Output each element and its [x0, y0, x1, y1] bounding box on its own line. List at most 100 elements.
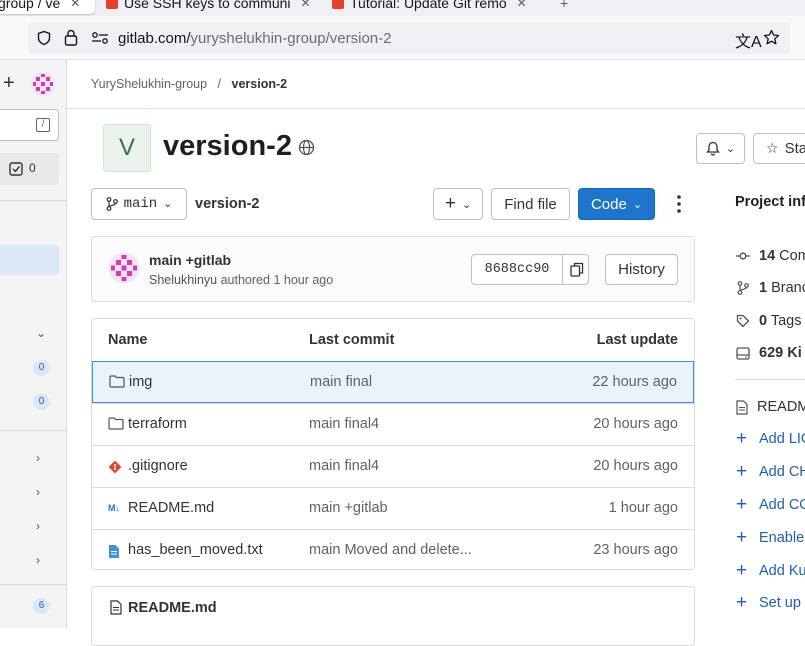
tags-count: 0	[759, 313, 768, 329]
star-button[interactable]: ☆ Sta	[753, 133, 805, 164]
branch-selector[interactable]: main ⌄	[91, 188, 187, 220]
file-last-commit[interactable]: main Moved and delete...	[309, 542, 472, 558]
browser-tab-active[interactable]: group / ve ✕	[0, 0, 95, 14]
table-row[interactable]: terraform main final4 20 hours ago	[92, 403, 694, 445]
notification-dropdown[interactable]: ⌄	[696, 133, 745, 164]
file-last-commit[interactable]: main final	[310, 374, 372, 390]
chevron-right-icon[interactable]: ›	[36, 451, 40, 465]
table-row[interactable]: has_been_moved.txt main Moved and delete…	[92, 529, 694, 569]
enable-link[interactable]: + Enable	[736, 527, 804, 548]
add-link-label: Set up	[759, 595, 801, 611]
todo-checkbox-icon	[9, 162, 23, 176]
file-name[interactable]: README.md	[128, 500, 214, 516]
commits-label: Com	[779, 248, 805, 264]
file-last-commit[interactable]: main +gitlab	[309, 500, 388, 516]
tab-label: group / ve	[0, 0, 61, 11]
translate-icon[interactable]: 文A	[735, 28, 762, 52]
divider	[67, 108, 805, 109]
column-header-name: Name	[108, 332, 148, 348]
commit-title[interactable]: main +gitlab	[149, 252, 231, 268]
add-link-label: Add CO	[759, 497, 805, 513]
file-name[interactable]: has_been_moved.txt	[128, 542, 263, 558]
browser-tab[interactable]: Tutorial: Update Git remo ✕	[332, 0, 527, 14]
divider	[735, 379, 805, 380]
new-tab-icon[interactable]: +	[560, 0, 568, 14]
file-icon	[736, 399, 748, 415]
close-icon[interactable]: ✕	[517, 0, 527, 10]
file-name[interactable]: img	[129, 374, 152, 390]
add-kubernetes-link[interactable]: + Add Ku	[736, 561, 805, 580]
add-link-label: Add LIC	[759, 431, 805, 447]
plus-icon: +	[736, 527, 748, 548]
breadcrumb-group[interactable]: YuryShelukhin-group	[91, 77, 207, 91]
author-avatar[interactable]	[108, 252, 140, 284]
file-name[interactable]: terraform	[128, 416, 187, 432]
storage-icon	[736, 346, 750, 360]
column-header-last-update: Last update	[596, 332, 678, 348]
user-avatar[interactable]	[30, 71, 56, 97]
branch-icon	[737, 281, 749, 295]
code-label: Code	[590, 195, 627, 213]
history-button[interactable]: History	[605, 254, 678, 285]
table-row[interactable]: .gitignore main final4 20 hours ago	[92, 445, 694, 487]
search-button[interactable]: /	[0, 109, 59, 141]
file-last-update: 20 hours ago	[593, 458, 678, 474]
find-file-button[interactable]: Find file	[491, 188, 570, 220]
todo-button[interactable]: 0	[0, 153, 59, 185]
tags-link[interactable]: 0 Tags	[736, 313, 802, 329]
url-bar[interactable]: gitlab.com/yuryshelukhin-group/version-2…	[28, 22, 790, 54]
url-text[interactable]: gitlab.com/yuryshelukhin-group/version-2	[118, 30, 391, 47]
file-table: Name Last commit Last update img main fi…	[91, 318, 695, 570]
sidebar-item-active[interactable]	[0, 245, 59, 275]
left-sidebar: + / 0 ⌄ 0 0 › › › › 6	[0, 60, 67, 628]
star-label: Sta	[784, 140, 805, 157]
file-name[interactable]: .gitignore	[128, 458, 188, 474]
file-last-commit[interactable]: main final4	[309, 416, 379, 432]
file-icon	[110, 600, 122, 615]
bookmark-star-icon[interactable]	[763, 29, 780, 46]
set-up-link[interactable]: + Set up	[736, 593, 801, 612]
lock-icon[interactable]	[64, 29, 78, 46]
chevron-down-icon[interactable]: ⌄	[36, 326, 46, 340]
table-row[interactable]: img main final 22 hours ago	[92, 361, 694, 403]
commits-link[interactable]: 14 Com	[736, 248, 805, 264]
repo-path[interactable]: version-2	[195, 196, 259, 212]
add-dropdown[interactable]: + ⌄	[433, 188, 483, 220]
chevron-down-icon: ⌄	[163, 199, 173, 211]
shield-icon[interactable]	[36, 30, 52, 46]
more-actions-icon[interactable]	[671, 193, 687, 215]
close-icon[interactable]: ✕	[70, 0, 80, 10]
create-new-icon[interactable]: +	[3, 72, 15, 95]
file-last-commit[interactable]: main final4	[309, 458, 379, 474]
file-last-update: 22 hours ago	[592, 374, 677, 390]
chevron-right-icon[interactable]: ›	[36, 485, 40, 499]
commit-sha[interactable]: 8688cc90	[472, 255, 563, 284]
git-icon	[108, 460, 122, 474]
project-avatar[interactable]: V	[103, 124, 151, 172]
commit-meta: Shelukhinyu authored 1 hour ago	[149, 273, 333, 287]
add-contributing-link[interactable]: + Add CO	[736, 495, 805, 514]
browser-tab[interactable]: Use SSH keys to communi ✕	[106, 0, 311, 14]
add-changelog-link[interactable]: + Add CH	[736, 461, 805, 482]
file-last-update: 23 hours ago	[593, 542, 678, 558]
permissions-icon[interactable]	[91, 31, 109, 45]
table-row[interactable]: M↓ README.md main +gitlab 1 hour ago	[92, 487, 694, 529]
code-dropdown-button[interactable]: Code ⌄	[578, 188, 655, 220]
folder-icon	[108, 417, 124, 430]
readme-link[interactable]: READM	[736, 399, 805, 415]
branches-link[interactable]: 1 Branc	[736, 280, 805, 296]
commit-author[interactable]: Shelukhinyu	[149, 273, 217, 287]
plus-icon: +	[736, 461, 748, 482]
chevron-right-icon[interactable]: ›	[36, 553, 40, 567]
add-license-link[interactable]: + Add LIC	[736, 428, 805, 449]
text-file-icon	[109, 545, 119, 558]
favicon-icon	[332, 0, 344, 9]
close-icon[interactable]: ✕	[301, 0, 311, 10]
commit-action: authored	[220, 273, 270, 287]
breadcrumb-project[interactable]: version-2	[232, 77, 288, 91]
file-last-update: 20 hours ago	[593, 416, 678, 432]
chevron-right-icon[interactable]: ›	[36, 519, 40, 533]
copy-icon[interactable]	[570, 262, 584, 277]
readme-title[interactable]: README.md	[128, 600, 217, 616]
plus-icon: +	[736, 428, 748, 449]
